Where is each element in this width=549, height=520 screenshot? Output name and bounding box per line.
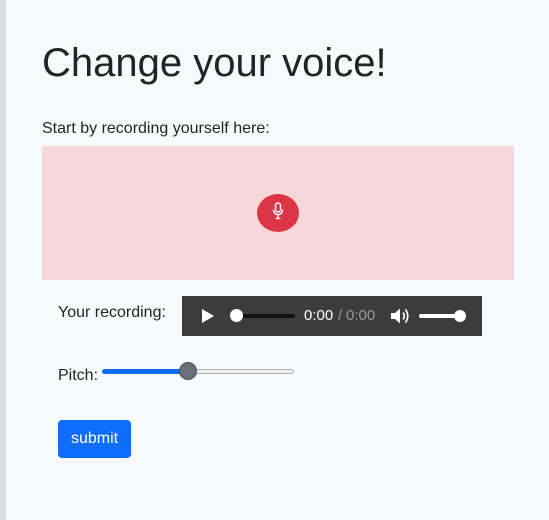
pitch-label: Pitch: (58, 367, 99, 384)
audio-player: 0:00 / 0:00 (182, 296, 482, 336)
volume-icon[interactable] (390, 307, 410, 325)
recorder-panel (42, 146, 514, 280)
page-title: Change your voice! (42, 41, 387, 85)
recording-instructions: Start by recording yourself here: (42, 120, 270, 137)
pitch-slider[interactable] (102, 362, 294, 380)
current-time: 0:00 (304, 307, 334, 324)
pitch-fill (102, 369, 188, 374)
submit-button[interactable]: submit (58, 420, 131, 458)
volume-handle[interactable] (454, 310, 466, 322)
pitch-handle[interactable] (179, 362, 197, 380)
record-button[interactable] (257, 194, 299, 232)
seek-handle[interactable] (230, 309, 243, 322)
microphone-icon (271, 201, 285, 225)
play-icon[interactable] (201, 308, 215, 324)
left-border (0, 0, 6, 520)
recording-label: Your recording: (58, 304, 166, 321)
time-separator: / (338, 307, 343, 324)
duration: 0:00 (346, 307, 376, 324)
